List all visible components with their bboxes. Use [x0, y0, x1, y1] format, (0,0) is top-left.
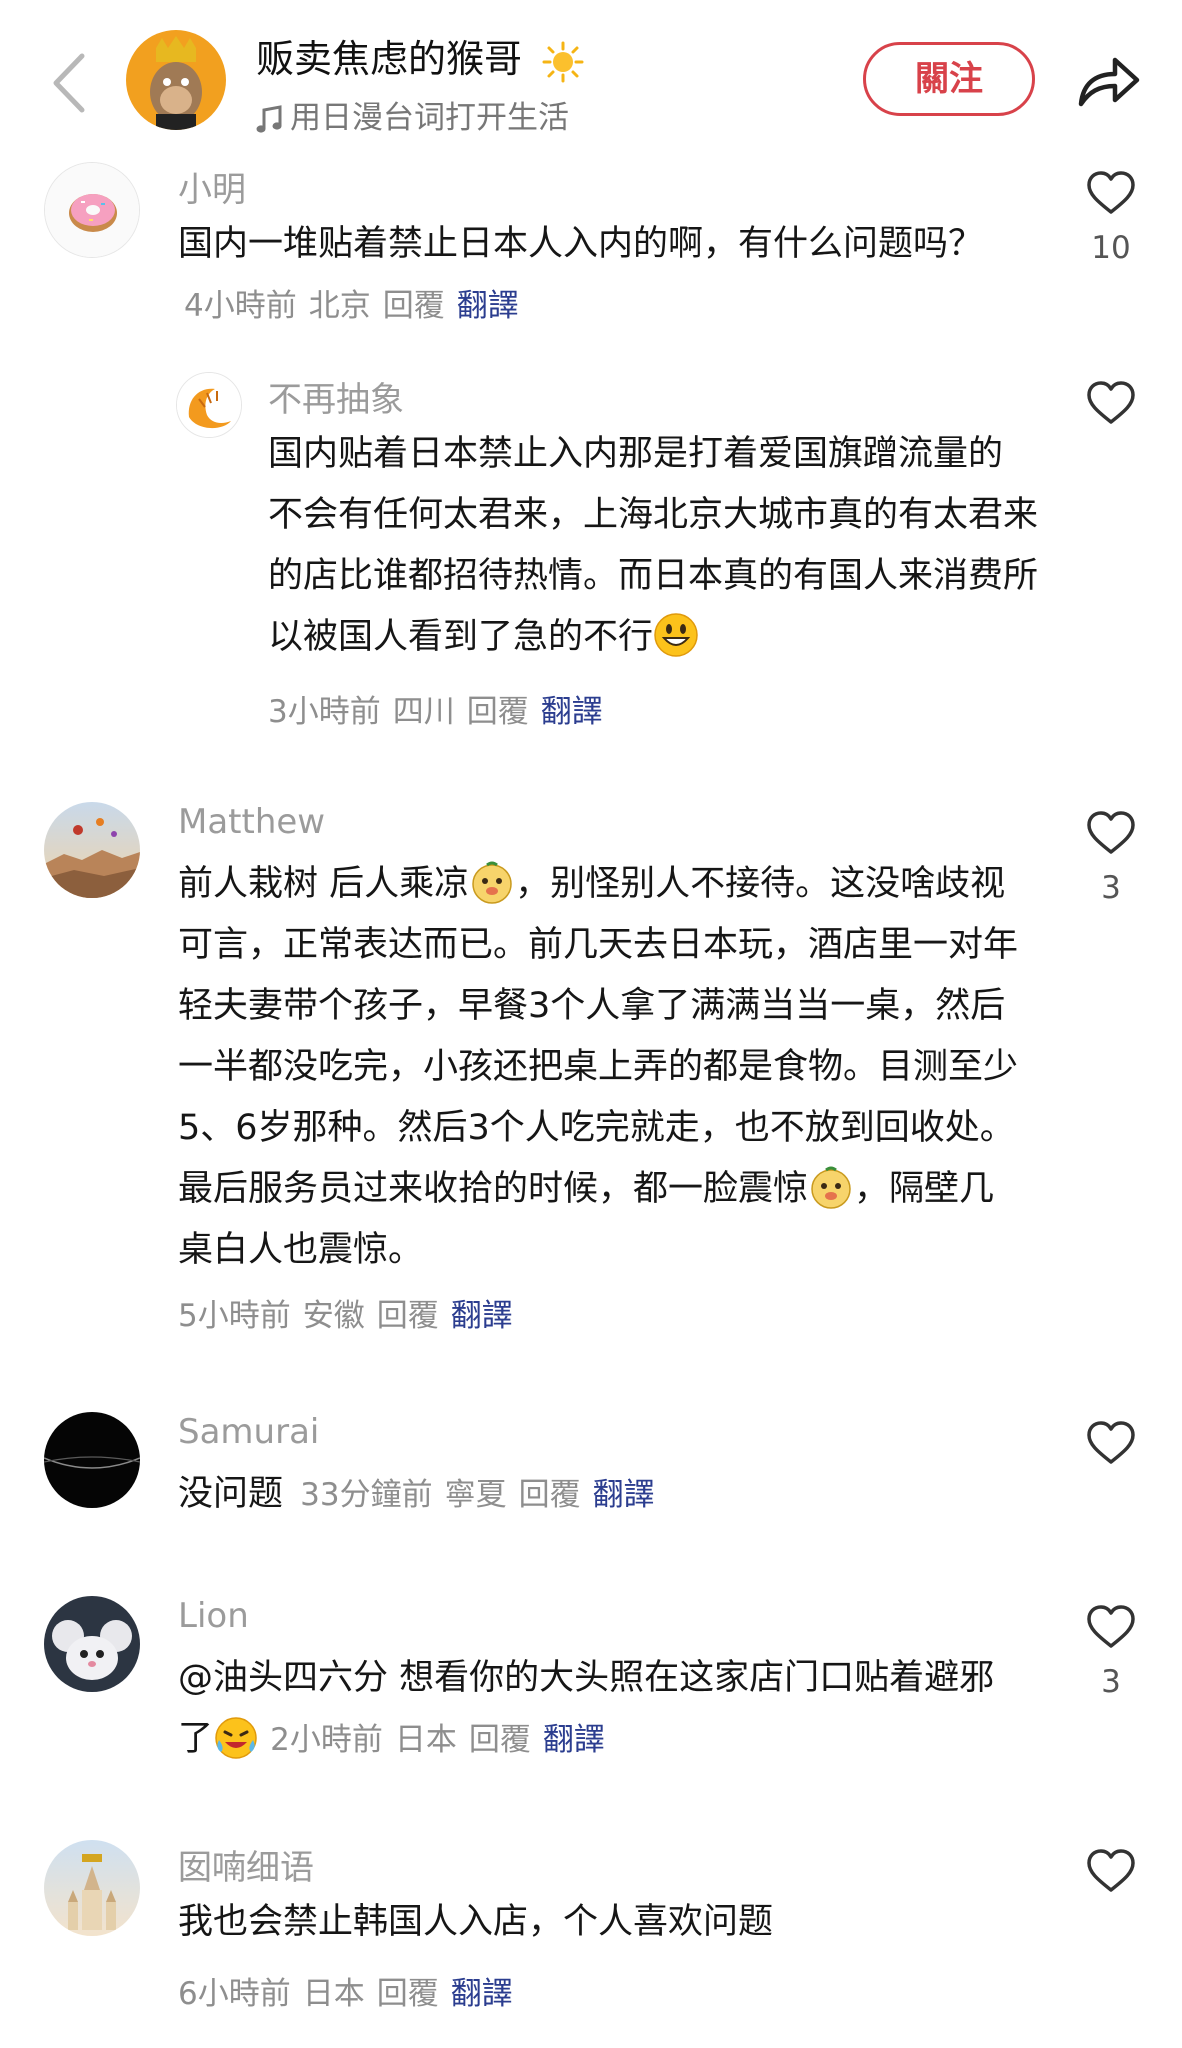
comment-text: 没问题	[178, 1474, 284, 1514]
like-count: 10	[1091, 230, 1131, 266]
like-count: 3	[1101, 870, 1121, 906]
reply-button[interactable]: 回覆	[467, 694, 529, 730]
heart-icon[interactable]	[1085, 1604, 1137, 1650]
comment-meta: 5小時前 安徽 回覆 翻譯	[178, 1290, 513, 1335]
comment-item: Samurai 没问题 33分鐘前 寧夏 回覆 翻譯	[0, 1400, 1182, 1540]
doughnut-avatar[interactable]	[44, 162, 140, 258]
face-emoji-icon	[811, 1166, 851, 1209]
reply-button[interactable]: 回覆	[469, 1722, 531, 1758]
music-note-icon	[256, 104, 282, 133]
comment-time: 4小時前	[184, 288, 297, 324]
comment-location: 日本	[394, 1722, 457, 1758]
comment-username[interactable]: 小明	[178, 162, 246, 211]
comment-item: Matthew 前人栽树 后人乘凉 ，别怪别人不接待。这没啥歧视可言，正常表达而…	[0, 790, 1182, 1350]
channel-avatar[interactable]	[126, 30, 226, 130]
mouse-cartoon-avatar[interactable]	[44, 1596, 140, 1692]
translate-button[interactable]: 翻譯	[543, 1722, 605, 1758]
comment-location: 四川	[392, 694, 455, 730]
comment-body: 国内贴着日本禁止入内那是打着爱国旗蹭流量的 不会有任何太君来，上海北京大城市真的…	[268, 424, 1048, 668]
reply-button[interactable]: 回覆	[377, 1298, 439, 1334]
translate-button[interactable]: 翻譯	[451, 1976, 513, 2012]
comment-body: 没问题 33分鐘前 寧夏 回覆 翻譯	[178, 1464, 1028, 1526]
translate-button[interactable]: 翻譯	[451, 1298, 513, 1334]
comment-item: 不再抽象 国内贴着日本禁止入内那是打着爱国旗蹭流量的 不会有任何太君来，上海北京…	[0, 360, 1182, 750]
face-emoji-icon	[472, 861, 512, 904]
comment-meta: 3小時前 四川 回覆 翻譯	[268, 686, 603, 731]
comment-location: 寧夏	[444, 1477, 507, 1513]
comment-text: 国内一堆贴着禁止日本人入内的啊，有什么问题吗？	[178, 224, 984, 264]
smile-emoji-icon	[654, 613, 698, 657]
comment-item: 小明 国内一堆贴着禁止日本人入内的啊，有什么问题吗？ 4小時前 北京 回覆 翻譯 10	[0, 150, 1182, 360]
comment-time: 3小時前	[268, 694, 381, 730]
comment-username[interactable]: Lion	[178, 1596, 249, 1636]
heart-icon[interactable]	[1085, 170, 1137, 216]
sun-emoji-icon	[542, 41, 584, 82]
comment-username[interactable]: Matthew	[178, 802, 325, 842]
comment-username[interactable]: 不再抽象	[268, 372, 404, 421]
comment-text: 我也会禁止韩国人入店，个人喜欢问题	[178, 1902, 774, 1942]
croissant-avatar[interactable]	[176, 372, 242, 438]
comment-body: 前人栽树 后人乘凉 ，别怪别人不接待。这没啥歧视可言，正常表达而已。前几天去日本…	[178, 854, 1028, 1281]
comment-location: 日本	[302, 1976, 365, 2012]
comment-location: 北京	[308, 288, 371, 324]
comment-text-part-1: 前人栽树 后人乘凉	[178, 864, 470, 904]
channel-name[interactable]: 贩卖焦虑的猴哥	[256, 28, 584, 83]
crying-laugh-emoji-icon	[215, 1717, 257, 1759]
follow-button[interactable]: 關注	[863, 42, 1035, 116]
reply-button[interactable]: 回覆	[383, 288, 445, 324]
reply-button[interactable]: 回覆	[377, 1976, 439, 2012]
comment-location: 安徽	[302, 1298, 365, 1334]
heart-icon[interactable]	[1085, 380, 1137, 426]
heart-icon[interactable]	[1085, 1848, 1137, 1894]
castle-avatar[interactable]	[44, 1840, 140, 1936]
balloon-landscape-avatar[interactable]	[44, 802, 140, 898]
comment-time: 5小時前	[178, 1298, 291, 1334]
header: 贩卖焦虑的猴哥 用日漫台词打开生活 關注	[0, 0, 1182, 150]
comment-body: @油头四六分 想看你的大头照在这家店门口贴着避邪了 2小時前 日本 回覆 翻譯	[178, 1648, 1028, 1771]
comment-meta: 2小時前 日本 回覆 翻譯	[270, 1722, 605, 1758]
comment-body: 我也会禁止韩国人入店，个人喜欢问题	[178, 1892, 1028, 1953]
comment-meta: 4小時前 北京 回覆 翻譯	[184, 288, 519, 324]
comment-username[interactable]: Samurai	[178, 1412, 319, 1452]
comment-item: Lion @油头四六分 想看你的大头照在这家店门口贴着避邪了 2小時前 日本 回覆翻…	[0, 1584, 1182, 1784]
heart-icon[interactable]	[1085, 810, 1137, 856]
reply-button[interactable]: 回覆	[519, 1477, 581, 1513]
comment-body: 国内一堆贴着禁止日本人入内的啊，有什么问题吗？ 4小時前 北京 回覆 翻譯	[178, 214, 998, 337]
comment-meta: 6小時前 日本 回覆 翻譯	[178, 1968, 513, 2013]
comment-time: 33分鐘前	[300, 1477, 433, 1513]
translate-button[interactable]: 翻譯	[541, 694, 603, 730]
channel-subtitle-text: 用日漫台词打开生活	[290, 100, 569, 136]
translate-button[interactable]: 翻譯	[457, 288, 519, 324]
channel-subtitle: 用日漫台词打开生活	[256, 92, 569, 137]
translate-button[interactable]: 翻譯	[593, 1477, 655, 1513]
comment-time: 6小時前	[178, 1976, 291, 2012]
comment-text-part-2: ，别怪别人不接待。这没啥歧视可言，正常表达而已。前几天去日本玩，酒店里一对年轻夫…	[178, 864, 1019, 1209]
channel-name-text: 贩卖焦虑的猴哥	[256, 37, 523, 81]
dark-orb-avatar[interactable]	[44, 1412, 140, 1508]
comment-username[interactable]: 囡喃细语	[178, 1840, 314, 1889]
comment-meta: 33分鐘前 寧夏 回覆 翻譯	[300, 1477, 654, 1513]
comment-time: 2小時前	[270, 1722, 383, 1758]
heart-icon[interactable]	[1085, 1420, 1137, 1466]
back-chevron-icon[interactable]	[44, 48, 94, 118]
like-count: 3	[1101, 1664, 1121, 1700]
comment-item: 囡喃细语 我也会禁止韩国人入店，个人喜欢问题 6小時前 日本 回覆 翻譯	[0, 1828, 1182, 2048]
share-arrow-icon[interactable]	[1075, 52, 1141, 110]
